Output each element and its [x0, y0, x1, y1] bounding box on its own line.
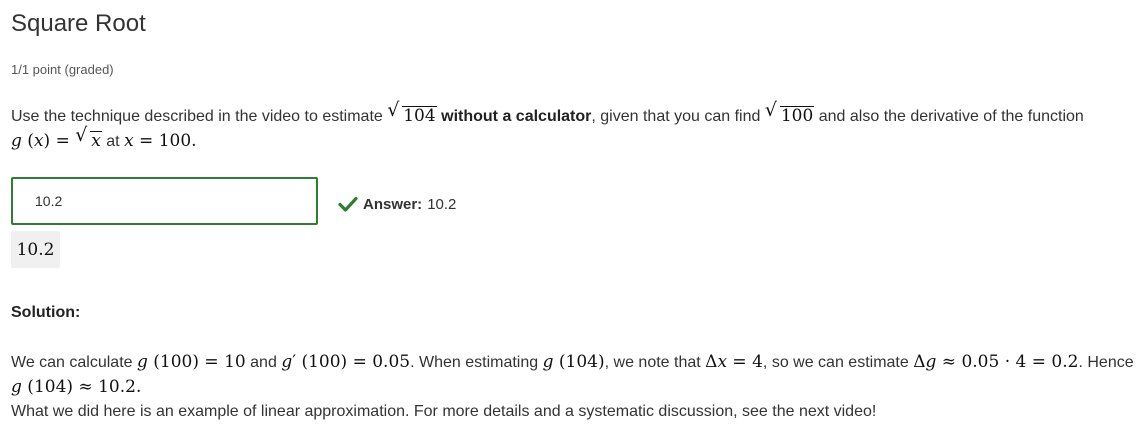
answer-status-value: 10.2 — [427, 195, 457, 213]
function-definition: g (x) = √ x — [11, 124, 102, 151]
problem-bold-text: without a calculator — [441, 108, 592, 125]
solution-body: We can calculate g (100) = 10 and g′ (10… — [11, 350, 1141, 424]
answer-input[interactable] — [11, 177, 318, 225]
problem-intro: Use the technique described in the video… — [11, 108, 383, 125]
sqrt-100-expression: √ 100 — [764, 99, 815, 126]
solution-line-1: We can calculate g (100) = 10 and g′ (10… — [11, 352, 1134, 397]
problem-points: 1/1 point (graded) — [11, 62, 114, 77]
checkmark-icon — [338, 196, 358, 212]
answer-status-label: Answer: — [363, 195, 423, 213]
at-condition: x = 100. — [124, 131, 197, 151]
answer-status: Answer: 10.2 — [338, 194, 456, 214]
problem-title: Square Root — [11, 10, 146, 37]
solution-heading: Solution: — [11, 304, 81, 321]
answer-preview: 10.2 — [11, 231, 60, 268]
problem-statement: Use the technique described in the video… — [11, 99, 1136, 154]
problem-tail: and also the derivative of the function — [818, 108, 1084, 125]
problem-mid: , given that you can find — [591, 108, 761, 125]
solution-line-3: What we did here is an example of linear… — [11, 403, 877, 420]
solution-line-2: g (104) ≈ 10.2. — [11, 377, 142, 397]
sqrt-104-expression: √ 104 — [387, 99, 437, 126]
at-word: at — [106, 133, 120, 150]
